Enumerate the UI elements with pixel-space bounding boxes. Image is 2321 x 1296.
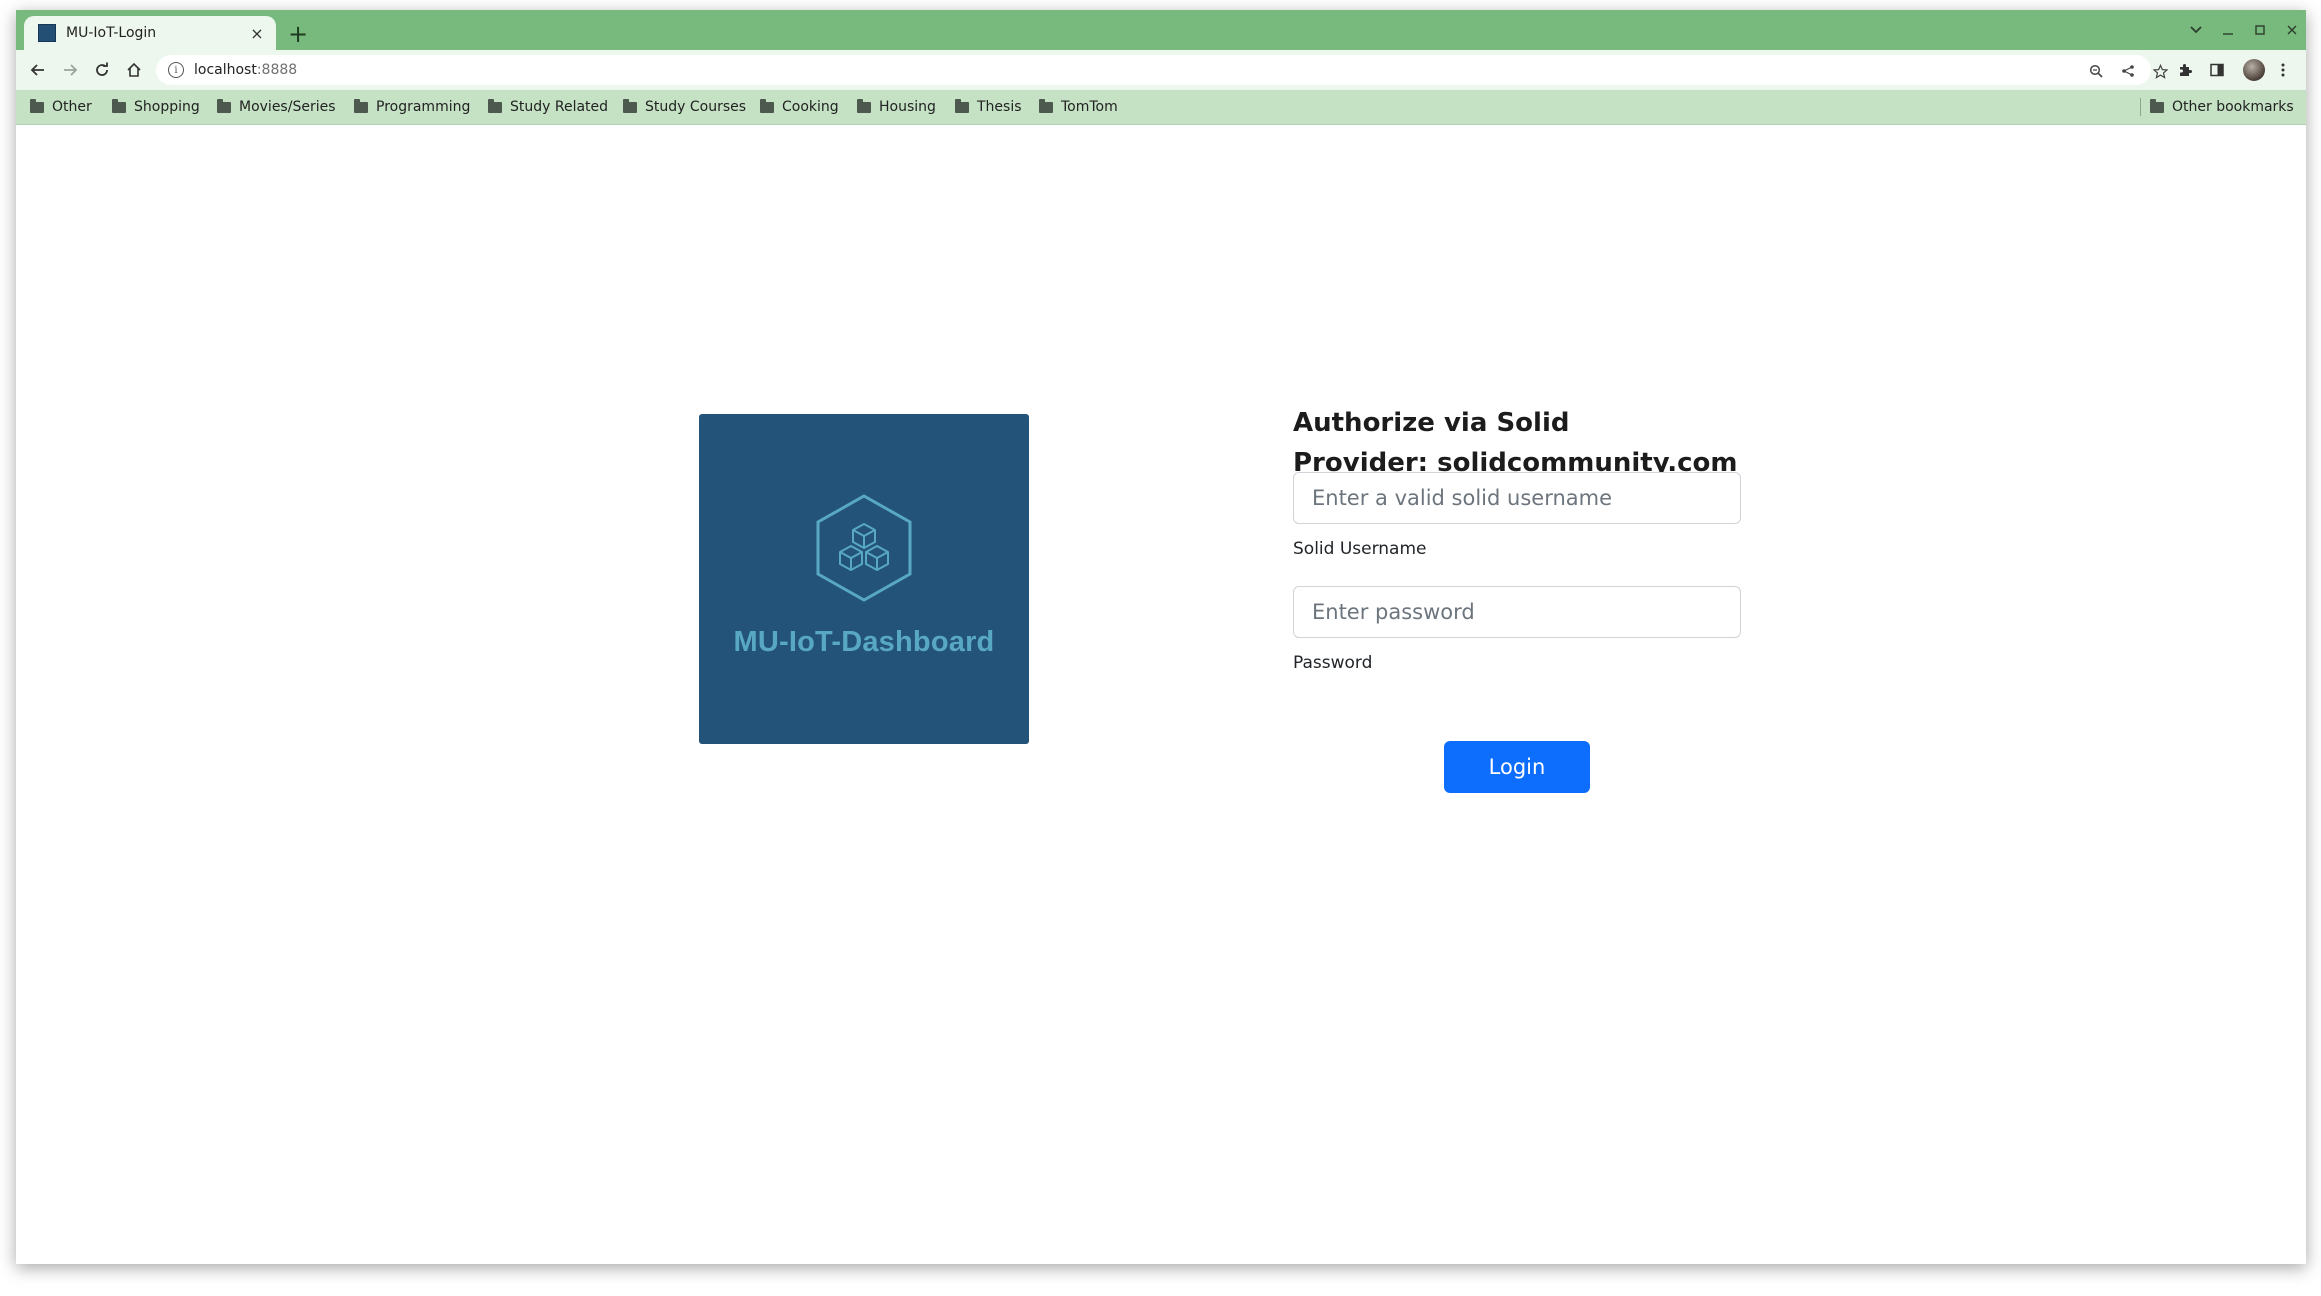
solid-username-label: Solid Username	[1293, 539, 1427, 559]
bookmark-label: Movies/Series	[239, 99, 336, 115]
bookmark-label: Programming	[376, 99, 471, 115]
folder-icon	[760, 99, 774, 113]
tab-close-icon[interactable]: ×	[246, 22, 268, 44]
url-text: localhost:8888	[194, 62, 297, 78]
folder-icon	[30, 99, 44, 113]
side-panel-icon[interactable]	[2203, 56, 2231, 84]
browser-toolbar: i localhost:8888	[16, 50, 2306, 90]
bookmarks-bar: Other Shopping Movies/Series Programming…	[16, 90, 2306, 125]
favicon-icon	[38, 24, 56, 42]
menu-kebab-icon[interactable]	[2269, 56, 2297, 84]
new-tab-button[interactable]: +	[284, 20, 312, 48]
folder-icon	[1039, 99, 1053, 113]
zoom-icon[interactable]	[2085, 61, 2107, 81]
url-host: localhost	[194, 62, 257, 78]
hexagon-cubes-icon	[816, 494, 912, 602]
folder-icon	[354, 99, 368, 113]
bookmark-folder-study-related[interactable]: Study Related	[488, 97, 608, 117]
bookmark-folder-cooking[interactable]: Cooking	[760, 97, 839, 117]
url-port: :8888	[256, 62, 298, 78]
password-input[interactable]	[1293, 586, 1741, 638]
bookmark-label: Housing	[879, 99, 936, 115]
profile-avatar[interactable]	[2243, 59, 2265, 81]
bookmark-folder-housing[interactable]: Housing	[857, 97, 936, 117]
app-logo-card: MU-IoT-Dashboard	[699, 414, 1029, 744]
close-window-icon[interactable]	[2278, 18, 2306, 42]
bookmark-label: Other	[52, 99, 92, 115]
folder-icon	[857, 99, 871, 113]
minimize-icon[interactable]	[2214, 18, 2242, 42]
home-icon[interactable]	[120, 56, 148, 84]
bookmark-folder-thesis[interactable]: Thesis	[955, 97, 1022, 117]
tab-search-dropdown-icon[interactable]	[2182, 18, 2210, 42]
bookmark-folder-other-bookmarks[interactable]: Other bookmarks	[2150, 97, 2294, 117]
logo-title: MU-IoT-Dashboard	[733, 626, 995, 658]
extensions-icon[interactable]	[2171, 56, 2199, 84]
folder-icon	[217, 99, 231, 113]
folder-icon	[623, 99, 637, 113]
address-bar[interactable]: i localhost:8888	[156, 55, 2168, 85]
bookmark-folder-shopping[interactable]: Shopping	[112, 97, 200, 117]
password-label: Password	[1293, 653, 1373, 673]
tab-strip: MU-IoT-Login × +	[16, 10, 2306, 50]
bookmark-label: TomTom	[1061, 99, 1118, 115]
bookmark-label: Shopping	[134, 99, 200, 115]
bookmark-folder-study-courses[interactable]: Study Courses	[623, 97, 746, 117]
bookmark-folder-tomtom[interactable]: TomTom	[1039, 97, 1118, 117]
bookmark-label: Cooking	[782, 99, 839, 115]
bookmark-label: Other bookmarks	[2172, 99, 2294, 115]
login-button[interactable]: Login	[1444, 741, 1590, 793]
maximize-icon[interactable]	[2246, 18, 2274, 42]
folder-icon	[112, 99, 126, 113]
auth-heading: Authorize via Solid Provider: solidcommu…	[1293, 403, 1793, 483]
forward-icon[interactable]	[56, 56, 84, 84]
solid-username-input[interactable]	[1293, 472, 1741, 524]
auth-heading-line1: Authorize via Solid	[1293, 408, 1570, 438]
bookmarks-separator	[2140, 98, 2141, 116]
bookmark-label: Study Related	[510, 99, 609, 115]
folder-icon	[955, 99, 969, 113]
back-icon[interactable]	[24, 56, 52, 84]
bookmark-label: Study Courses	[645, 99, 747, 115]
bookmark-folder-movies-series[interactable]: Movies/Series	[217, 97, 336, 117]
browser-window: MU-IoT-Login × + i localhost:8888 Other …	[16, 10, 2306, 1264]
folder-icon	[2150, 99, 2164, 113]
site-info-icon[interactable]: i	[168, 62, 184, 78]
tab-title: MU-IoT-Login	[66, 25, 157, 41]
reload-icon[interactable]	[88, 56, 116, 84]
page-content	[16, 125, 2306, 1264]
tab-active[interactable]: MU-IoT-Login ×	[24, 16, 276, 50]
folder-icon	[488, 99, 502, 113]
bookmark-star-icon[interactable]	[2149, 61, 2171, 81]
bookmark-folder-other[interactable]: Other	[30, 97, 92, 117]
bookmark-label: Thesis	[977, 99, 1022, 115]
bookmark-folder-programming[interactable]: Programming	[354, 97, 470, 117]
share-icon[interactable]	[2117, 61, 2139, 81]
